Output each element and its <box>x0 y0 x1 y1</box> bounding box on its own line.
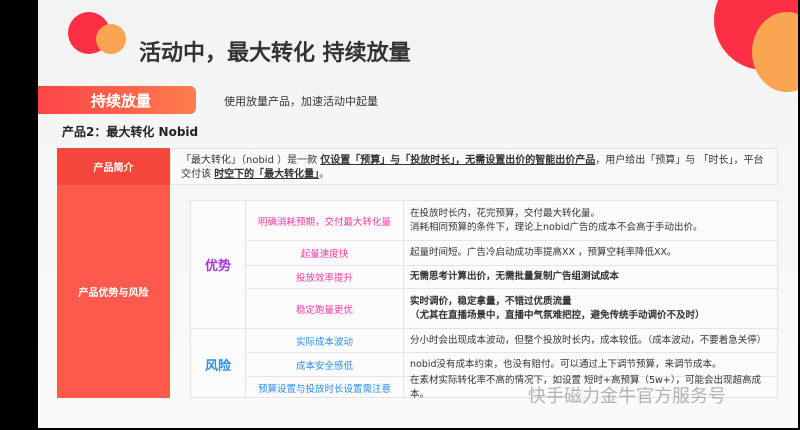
logo-circle-orange <box>96 24 126 54</box>
table-row: 起量速度快 起量时间短。广告冷启动成功率提高XX ，预算空耗率降低XX。 <box>246 241 779 266</box>
row-name: 投放效率提升 <box>246 266 404 288</box>
table-row: 明确消耗预期，交付最大转化量 在投放时长内，花完预算，交付最大转化量。消耗相同预算… <box>246 201 779 241</box>
product-heading: 产品2：最大转化 Nobid <box>62 125 199 139</box>
subtitle: 使用放量产品，加速活动中起量 <box>224 95 378 108</box>
page-title: 活动中，最大转化 持续放量 <box>139 41 411 66</box>
table-row: 实际成本波动 分小时会出现成本波动，但整个投放时长内，成本较低。（成本波动，不要着… <box>246 329 779 353</box>
advantages-label: 优势 <box>191 201 246 329</box>
row-name: 稳定跑量更优 <box>246 289 404 328</box>
row-name: 成本安全感低 <box>246 353 404 376</box>
intro-bold: 时空下的「最大转化量」 <box>214 169 320 180</box>
pros-cons-grid: 优势 风险 明确消耗预期，交付最大转化量 在投放时长内，花完预算，交付最大转化量。… <box>190 200 779 400</box>
intro-part: 。 <box>319 169 330 180</box>
row-desc: 分小时会出现成本波动，但整个投放时长内，成本较低。（成本波动，不要着急关停） <box>410 334 767 346</box>
section-label: 产品优势与风险 <box>78 288 149 299</box>
row-desc: 消耗相同预算的条件下，理论上nobid广告的成本不会高于手动出价。 <box>410 221 703 233</box>
row-desc: nobid没有成本约束，也没有赔付。可以通过上下调节预算，来调节成本。 <box>410 358 722 370</box>
watermark: 快手磁力金牛官方服务号 <box>528 386 726 407</box>
row-name: 起量速度快 <box>246 241 404 265</box>
table-row: 稳定跑量更优 实时调价，稳定拿量，不错过优质流量 （尤其在直播场景中，直播中气氛难把… <box>246 289 779 329</box>
intro-text: 「最大转化」（nobid ）是一款 仅设置「预算」与「投放时长」，无需设置出价的… <box>170 148 778 185</box>
row-name: 明确消耗预期，交付最大转化量 <box>246 201 404 240</box>
section-pill: 持续放量 <box>38 86 196 114</box>
row-desc: 在投放时长内，花完预算，交付最大转化量。 <box>410 207 601 219</box>
label-column: 产品简介 产品优势与风险 <box>57 148 170 398</box>
intro-label: 产品简介 <box>57 148 170 185</box>
slide: 活动中，最大转化 持续放量 持续放量 使用放量产品，加速活动中起量 产品2：最大… <box>38 0 798 428</box>
row-name: 预算设置与投放时长设置需注意 <box>246 377 404 399</box>
row-desc: （尤其在直播场景中，直播中气氛难把控，避免传统手动调价不及时） <box>410 309 705 321</box>
row-desc: 实时调价，稳定拿量，不错过优质流量 <box>410 295 572 307</box>
row-desc: 起量时间短。广告冷启动成功率提高XX ，预算空耗率降低XX。 <box>410 247 677 258</box>
intro-part: 「最大转化」（nobid ）是一款 <box>181 155 321 166</box>
row-desc: 无需思考计算出价，无需批量复制广告组测试成本 <box>410 271 620 282</box>
risks-label: 风险 <box>191 329 246 399</box>
row-name: 实际成本波动 <box>246 329 404 352</box>
table-row: 投放效率提升 无需思考计算出价，无需批量复制广告组测试成本 <box>246 266 779 289</box>
product-table: 产品简介 产品优势与风险 「最大转化」（nobid ）是一款 仅设置「预算」与「… <box>57 148 779 400</box>
intro-bold: 仅设置「预算」与「投放时长」，无需设置出价的智能出价产品 <box>320 155 596 166</box>
